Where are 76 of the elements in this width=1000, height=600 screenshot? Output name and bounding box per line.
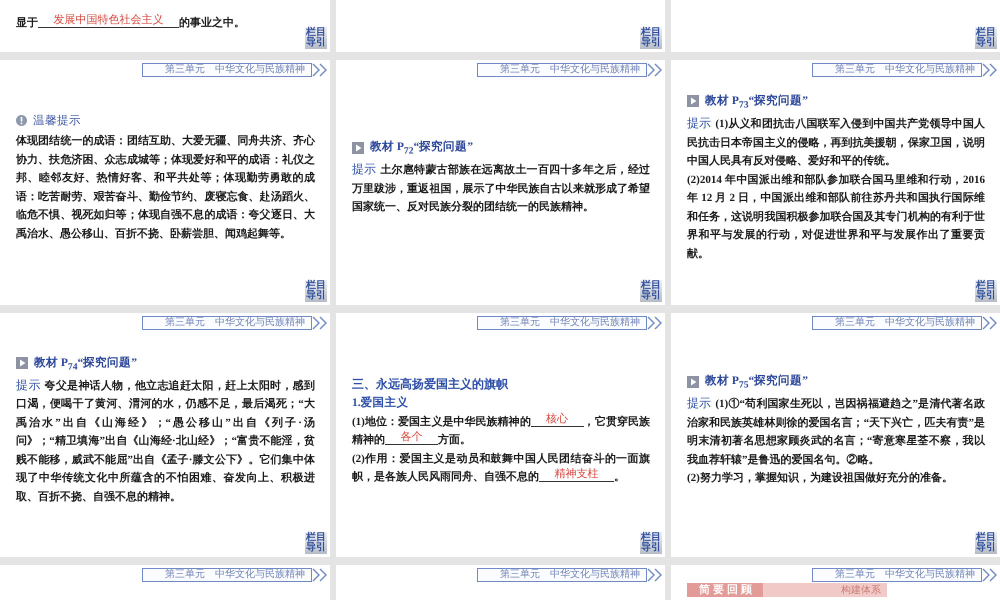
- fill-in-text: (1)地位：爱国主义是中华民族精神的 核心 ，它贯穿民族精神的 各个 方面。: [352, 412, 650, 448]
- nav-button[interactable]: 栏目 导引: [305, 27, 327, 49]
- nav-button[interactable]: 栏目 导引: [305, 280, 327, 302]
- fill-in-text: (2)作用：爱国主义是动员和鼓舞中国人民团结奋斗的一面旗帜，是各族人民风雨同舟、自强不息的 精神支柱 。: [352, 452, 650, 485]
- review-label: 简要回顾: [687, 583, 763, 597]
- unit-title: 中华文化与民族精神: [550, 318, 640, 328]
- answer-blank: 发展中国特色社会主义: [38, 14, 179, 28]
- chevrons-icon: [312, 316, 328, 330]
- nav-button[interactable]: 栏目 导引: [640, 27, 662, 49]
- task-heading: 教材 P$_{74}$“探究问题”: [34, 355, 137, 372]
- nav-button[interactable]: 栏目 导引: [305, 532, 327, 554]
- unit-title: 中华文化与民族精神: [550, 65, 640, 75]
- nav-button[interactable]: 栏目 导引: [640, 532, 662, 554]
- unit-label: 第三单元: [835, 318, 875, 328]
- unit-label: 第三单元: [500, 318, 540, 328]
- body-text: (2)努力学习，掌握知识，为建设祖国做好充分的准备。: [687, 470, 954, 486]
- chevrons-icon: [647, 63, 663, 77]
- play-icon: [687, 376, 699, 388]
- task-heading: 教材 P$_{72}$“探究问题”: [370, 139, 473, 156]
- slide[interactable]: 第三单元 中华文化与民族精神 教材 P$_{72}$“探究问题” 提示 土尔扈特蒙古部族在远离故土一百四十多年之后，经过万里跋涉，重返祖国，展示了中华民族自古以来就形成了希望国家统一、反对民族分裂的团结统一的民族精神。 栏目 导引: [336, 60, 665, 305]
- slide[interactable]: 第三单元 中华文化与民族精神 三、永远高扬爱国主义的旗帜 1.爱国主义 (1)地位：爱国主义是中华民族精神的 核心 ，它贯穿民族精神的 各个 方面。 (2)作用：爱国主义是动员和鼓舞中国人民团结奋斗的一面旗帜，是各族人民风雨同舟、自强不息的 精神支柱 。 栏目 导引: [336, 313, 665, 557]
- task-heading: 教材 P$_{75}$“探究问题”: [705, 373, 808, 390]
- unit-label: 第三单元: [165, 570, 205, 580]
- nav-button[interactable]: 栏目 导引: [975, 280, 997, 302]
- slide[interactable]: 第三单元 中华文化与民族精神: [336, 565, 665, 600]
- play-icon: [16, 357, 28, 370]
- hint-text: 提示 夸父是神话人物，他立志追赶太阳，赶上太阳时，感到口渴，便喝干了黄河、渭河的水，仍感不足，最后渴死；“大禹治水”出自《山海经》；“愚公移山”出自《列子·汤问》；“精卫填海”出自《山海经·北山经》；“富贵不能淫，贫贱不能移，威武不能屈”出自《孟子·滕文公下》。它们集中体现了中华传统文化中所蕴含的不怕困难、奋发向上、积极进取、百折不挠、自强不息的精神。: [16, 376, 315, 505]
- hint-text: 提示 (1)从义和团抗击八国联军入侵到中国共产党领导中国人民抗击日本帝国主义的侵略，再到抗美援朝，保家卫国，说明中国人民具有反对侵略、爱好和平的传统。: [687, 115, 985, 170]
- unit-label: 第三单元: [835, 570, 875, 580]
- unit-label: 第三单元: [165, 318, 205, 328]
- unit-title: 中华文化与民族精神: [885, 318, 975, 328]
- unit-title: 中华文化与民族精神: [215, 318, 305, 328]
- chevrons-icon: [982, 63, 998, 77]
- nav-button[interactable]: 栏目 导引: [975, 532, 997, 554]
- slide[interactable]: 栏目 导引: [671, 0, 1000, 52]
- review-tag: 构建体系: [841, 583, 887, 597]
- answer-blank: 核心: [530, 412, 584, 426]
- chevrons-icon: [312, 63, 328, 77]
- chevrons-icon: [312, 568, 328, 582]
- body-text: 体现团结统一的成语：团结互助、大爱无疆、同舟共济、齐心协力、扶危济困、众志成城等；体现爱好和平的成语：礼仪之邦、睦邻友好、热情好客、和平共处等；体现勤劳勇敢的成语：吃苦耐劳、艰苦奋斗、勤俭节约、废寝忘食、赴汤蹈火、临危不惧、视死如归等；体现自强不息的成语：夸父逐日、大禹治水、愚公移山、百折不挠、卧薪尝胆、闻鸡起舞等。: [16, 134, 315, 242]
- answer-blank: 精神支柱: [539, 468, 614, 482]
- slide[interactable]: 第三单元 中华文化与民族精神 简要回顾 构建体系: [671, 565, 1000, 600]
- fill-in-text: 显于 发展中国特色社会主义 的事业之中。: [16, 14, 246, 30]
- slide[interactable]: [671, 60, 1000, 305]
- note-heading: 温馨提示: [33, 114, 81, 128]
- unit-title: 中华文化与民族精神: [215, 570, 305, 580]
- hint-text: 提示 土尔扈特蒙古部族在远离故土一百四十多年之后，经过万里跋涉，重返祖国，展示了中华民族自古以来就形成了希望国家统一、反对民族分裂的团结统一的民族精神。: [352, 161, 650, 216]
- nav-button[interactable]: 栏目 导引: [975, 27, 997, 49]
- play-icon: [687, 95, 699, 108]
- chevrons-icon: [647, 568, 663, 582]
- slide[interactable]: 第三单元 中华文化与民族精神 温馨提示 体现团结统一的成语：团结互助、大爱无疆、同舟共济、齐心协力、扶危济困、众志成城等；体现爱好和平的成语：礼仪之邦、睦邻友好、热情好客、和平共处等；体现勤劳勇敢的成语：吃苦耐劳、艰苦奋斗、勤俭节约、废寝忘食、赴汤蹈火、临危不惧、视死如归等；体现自强不息的成语：夸父逐日、大禹治水、愚公移山、百折不挠、卧薪尝胆、闻鸡起舞等。 栏目 导引: [0, 60, 330, 305]
- answer-blank: 各个: [385, 431, 438, 445]
- exclamation-icon: [16, 115, 27, 126]
- chevrons-icon: [647, 316, 663, 330]
- slide[interactable]: 显于 发展中国特色社会主义 的事业之中。 栏目 导引: [0, 0, 330, 52]
- play-icon: [352, 142, 364, 154]
- unit-title: 中华文化与民族精神: [550, 570, 640, 580]
- unit-label: 第三单元: [835, 65, 875, 75]
- chevrons-icon: [982, 316, 998, 330]
- unit-label: 第三单元: [500, 570, 540, 580]
- task-heading: 教材 P$_{73}$“探究问题”: [705, 93, 808, 110]
- unit-label: 第三单元: [165, 65, 205, 75]
- nav-button[interactable]: 栏目 导引: [640, 280, 662, 302]
- unit-title: 中华文化与民族精神: [215, 65, 305, 75]
- slide[interactable]: 栏目 导引: [336, 0, 665, 52]
- unit-title: 中华文化与民族精神: [885, 65, 975, 75]
- unit-label: 第三单元: [500, 65, 540, 75]
- section-subtitle: 1.爱国主义: [352, 395, 410, 410]
- body-text: (2)2014 年中国派出维和部队参加联合国马里维和行动，2016 年 12 月 2 日，中国派出维和部队前往苏丹共和国执行国际维和任务，这说明我国积极参加联合国及其专门机构的有利于世界和平与发展的行动，对促进世界和平与发展作出了重要贡献。: [687, 172, 985, 262]
- hint-text: 提示 (1)①“苟利国家生死以，岂因祸福避趋之”是清代著名政治家和民族英雄林则徐的爱国名言；“天下兴亡，匹夫有责”是明末清初著名思想家顾炎武的名言；“寄意寒星荃不察，我以我血荐轩辕”是鲁迅的爱国名句。②略。: [687, 395, 985, 468]
- slide[interactable]: [0, 313, 330, 557]
- section-title: 三、永远高扬爱国主义的旗帜: [352, 376, 510, 392]
- unit-title: 中华文化与民族精神: [885, 570, 975, 580]
- chevrons-icon: [982, 568, 998, 582]
- slide[interactable]: 第三单元 中华文化与民族精神 教材 P$_{75}$“探究问题” 提示 (1)①“苟利国家生死以，岂因祸福避趋之”是清代著名政治家和民族英雄林则徐的爱国名言；“天下兴亡，匹夫有责”是明末清初著名思想家顾炎武的名言；“寄意寒星荃不察，我以我血荐轩辕”是鲁迅的爱国名句。②略。 (2)努力学习，掌握知识，为建设祖国做好充分的准备。 栏目 导引: [671, 313, 1000, 557]
- slide[interactable]: 第三单元 中华文化与民族精神: [0, 565, 330, 600]
